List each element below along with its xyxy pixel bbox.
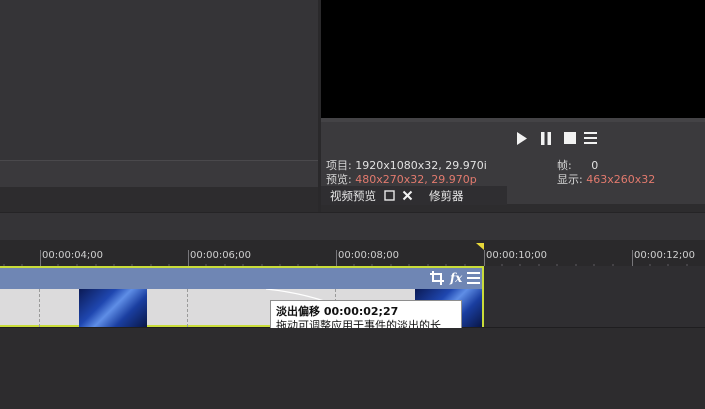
display-info: 显示: 463x260x32	[557, 173, 655, 186]
project-label: 项目:	[326, 159, 352, 172]
frame-value: 0	[591, 159, 599, 172]
pause-button[interactable]	[538, 130, 554, 146]
display-label: 显示:	[557, 173, 583, 186]
preview-info: 预览: 480x270x32, 29.970p	[326, 173, 477, 186]
ruler-label-6s: 00:00:06;00	[190, 250, 252, 261]
pause-icon	[541, 131, 551, 145]
ruler-label-12s: 00:00:12;00	[634, 250, 696, 261]
preview-label: 预览:	[326, 173, 352, 186]
timeline-empty-area	[0, 328, 705, 409]
frame-label: 帧:	[557, 159, 572, 172]
play-icon	[517, 131, 527, 145]
ruler-label-8s: 00:00:08;00	[338, 250, 400, 261]
ruler-major-tick	[484, 250, 485, 266]
timeline-toolbar	[0, 212, 705, 240]
menu-icon	[583, 132, 597, 144]
close-tab-icon[interactable]	[402, 190, 413, 201]
left-panel	[0, 0, 318, 160]
clip-gridline	[39, 289, 40, 327]
tab-trimmer[interactable]: 修剪器	[429, 188, 464, 204]
play-button[interactable]	[514, 130, 530, 146]
preview-value: 480x270x32, 29.970p	[355, 173, 477, 186]
tooltip-title: 淡出偏移 00:00:02;27	[276, 305, 399, 318]
ruler-major-tick	[632, 250, 633, 266]
ruler-major-tick	[336, 250, 337, 266]
tab-video-preview[interactable]: 视频预览	[330, 188, 376, 204]
ruler-major-tick	[188, 250, 189, 266]
left-panel-footer	[0, 160, 318, 187]
region-end-marker[interactable]	[476, 240, 484, 250]
video-preview-screen	[321, 0, 705, 118]
project-value: 1920x1080x32, 29.970i	[355, 159, 487, 172]
event-menu-icon[interactable]	[467, 271, 480, 284]
clip-header	[0, 268, 482, 289]
float-window-icon[interactable]	[384, 190, 395, 201]
ruler-major-tick	[40, 250, 41, 266]
event-fx-icon[interactable]: fx	[449, 270, 463, 285]
clip-thumbnail	[79, 289, 147, 327]
clip-gridline	[187, 289, 188, 327]
frame-info: 帧: 0	[557, 159, 598, 172]
ruler-label-4s: 00:00:04;00	[42, 250, 104, 261]
preview-menu-button[interactable]	[582, 130, 598, 146]
svg-text:fx: fx	[449, 271, 463, 285]
display-value: 463x260x32	[586, 173, 656, 186]
ruler-label-10s: 00:00:10;00	[486, 250, 548, 261]
stop-icon	[564, 132, 576, 144]
project-info: 项目: 1920x1080x32, 29.970i	[326, 159, 487, 172]
event-pan-crop-icon[interactable]	[430, 271, 444, 285]
stop-button[interactable]	[562, 130, 578, 146]
